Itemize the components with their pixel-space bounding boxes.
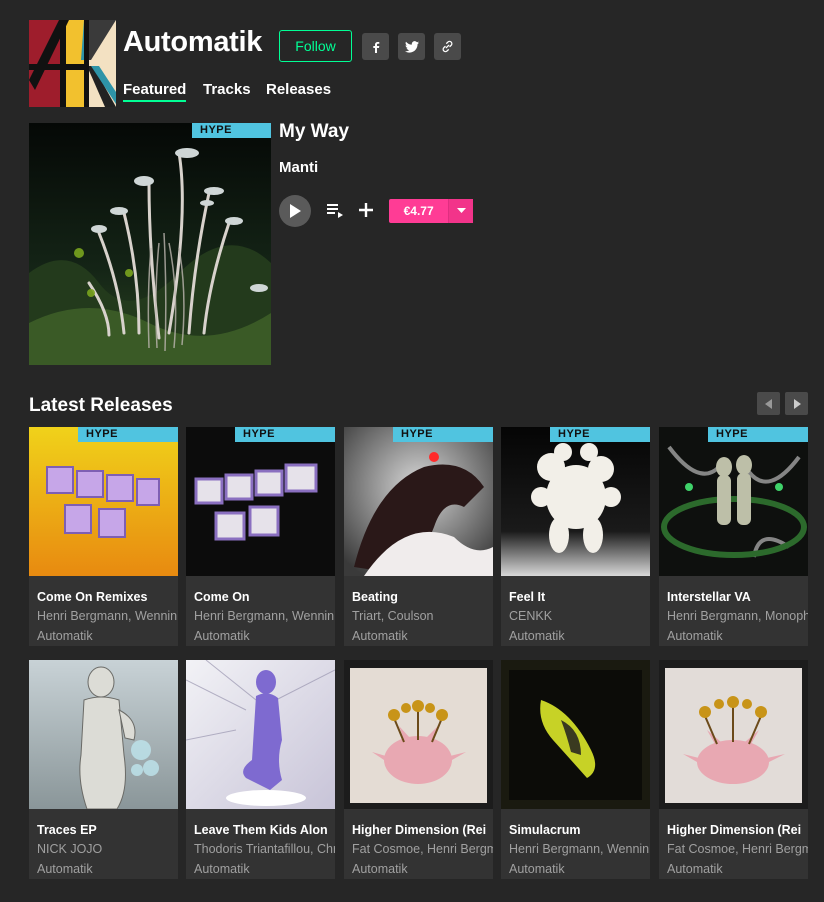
release-artists[interactable]: Triart, Coulson <box>352 609 493 623</box>
release-label[interactable]: Automatik <box>667 629 723 643</box>
tab-releases[interactable]: Releases <box>266 81 331 98</box>
twitter-icon <box>404 40 419 53</box>
release-card[interactable]: HYPE Feel It CENKK Automatik <box>501 427 650 646</box>
release-title[interactable]: Traces EP <box>37 823 178 837</box>
release-title[interactable]: Leave Them Kids Alon <box>194 823 335 837</box>
tab-tracks[interactable]: Tracks <box>203 81 251 98</box>
featured-artist[interactable]: Manti <box>279 159 318 176</box>
release-title[interactable]: Interstellar VA <box>667 590 808 604</box>
release-label[interactable]: Automatik <box>509 629 565 643</box>
chevron-right-icon <box>793 398 801 409</box>
release-artists[interactable]: NICK JOJO <box>37 842 178 856</box>
release-label[interactable]: Automatik <box>352 862 408 876</box>
hype-badge: HYPE <box>78 427 178 442</box>
twitter-share-button[interactable] <box>398 33 425 60</box>
hype-badge: HYPE <box>235 427 335 442</box>
release-card[interactable]: Leave Them Kids Alon Thodoris Triantafil… <box>186 660 335 879</box>
release-label[interactable]: Automatik <box>37 629 93 643</box>
link-icon <box>442 40 453 53</box>
release-artwork[interactable] <box>501 660 650 809</box>
latest-releases-title: Latest Releases <box>29 395 173 416</box>
carousel-prev-button[interactable] <box>757 392 780 415</box>
release-card[interactable]: Traces EP NICK JOJO Automatik <box>29 660 178 879</box>
queue-icon <box>327 204 343 218</box>
release-artists[interactable]: Henri Bergmann, Monoph <box>667 609 808 623</box>
price-dropdown-button[interactable] <box>448 199 473 223</box>
release-label[interactable]: Automatik <box>352 629 408 643</box>
carousel-next-button[interactable] <box>785 392 808 415</box>
release-card[interactable]: HYPE Interstellar VA Henri Bergmann, Mon… <box>659 427 808 646</box>
release-artists[interactable]: Henri Bergmann, Wenninl <box>194 609 335 623</box>
release-artists[interactable]: Fat Cosmoe, Henri Bergm <box>667 842 808 856</box>
release-artwork[interactable]: HYPE <box>344 427 493 576</box>
release-card[interactable]: Simulacrum Henri Bergmann, Wenninl Autom… <box>501 660 650 879</box>
release-artists[interactable]: CENKK <box>509 609 650 623</box>
featured-track-title[interactable]: My Way <box>279 121 349 143</box>
release-card[interactable]: HYPE Come On Remixes Henri Bergmann, Wen… <box>29 427 178 646</box>
release-artwork[interactable]: HYPE <box>501 427 650 576</box>
release-label[interactable]: Automatik <box>37 862 93 876</box>
add-to-queue-button[interactable] <box>325 201 345 221</box>
release-artists[interactable]: Thodoris Triantafillou, Chr <box>194 842 335 856</box>
release-artwork[interactable]: HYPE <box>186 427 335 576</box>
release-card[interactable]: Higher Dimension (Rei Fat Cosmoe, Henri … <box>659 660 808 879</box>
hype-badge: HYPE <box>192 123 271 138</box>
release-artists[interactable]: Henri Bergmann, Wenninl <box>37 609 178 623</box>
release-artwork[interactable] <box>659 660 808 809</box>
price-label[interactable]: €4.77 <box>389 199 448 223</box>
copy-link-button[interactable] <box>434 33 461 60</box>
play-button[interactable] <box>279 195 311 227</box>
featured-artwork[interactable]: HYPE <box>29 123 271 365</box>
release-title[interactable]: Higher Dimension (Rei <box>352 823 493 837</box>
release-artwork[interactable] <box>186 660 335 809</box>
facebook-share-button[interactable] <box>362 33 389 60</box>
chevron-left-icon <box>764 398 772 409</box>
release-artwork[interactable] <box>344 660 493 809</box>
release-title[interactable]: Come On <box>194 590 335 604</box>
buy-price-button[interactable]: €4.77 <box>389 199 473 223</box>
chevron-down-icon <box>456 208 466 213</box>
release-label[interactable]: Automatik <box>194 862 250 876</box>
release-title[interactable]: Beating <box>352 590 493 604</box>
plus-icon <box>359 203 373 217</box>
tab-featured[interactable]: Featured <box>123 81 187 102</box>
release-artists[interactable]: Henri Bergmann, Wenninl <box>509 842 650 856</box>
release-label[interactable]: Automatik <box>509 862 565 876</box>
label-name: Automatik <box>123 26 263 58</box>
release-artists[interactable]: Fat Cosmoe, Henri Bergm <box>352 842 493 856</box>
label-logo <box>29 20 116 107</box>
release-label[interactable]: Automatik <box>194 629 250 643</box>
hype-badge: HYPE <box>550 427 650 442</box>
add-to-playlist-button[interactable] <box>356 200 376 220</box>
hype-badge: HYPE <box>393 427 493 442</box>
release-title[interactable]: Higher Dimension (Rei <box>667 823 808 837</box>
follow-button[interactable]: Follow <box>279 30 352 62</box>
release-card[interactable]: HYPE Beating Triart, Coulson Automatik <box>344 427 493 646</box>
play-icon <box>290 204 301 218</box>
release-title[interactable]: Feel It <box>509 590 650 604</box>
release-title[interactable]: Simulacrum <box>509 823 650 837</box>
release-artwork[interactable]: HYPE <box>29 427 178 576</box>
facebook-icon <box>372 41 379 53</box>
release-artwork[interactable]: HYPE <box>659 427 808 576</box>
hype-badge: HYPE <box>708 427 808 442</box>
release-artwork[interactable] <box>29 660 178 809</box>
release-card[interactable]: Higher Dimension (Rei Fat Cosmoe, Henri … <box>344 660 493 879</box>
release-label[interactable]: Automatik <box>667 862 723 876</box>
release-title[interactable]: Come On Remixes <box>37 590 178 604</box>
release-card[interactable]: HYPE Come On Henri Bergmann, Wenninl Aut… <box>186 427 335 646</box>
